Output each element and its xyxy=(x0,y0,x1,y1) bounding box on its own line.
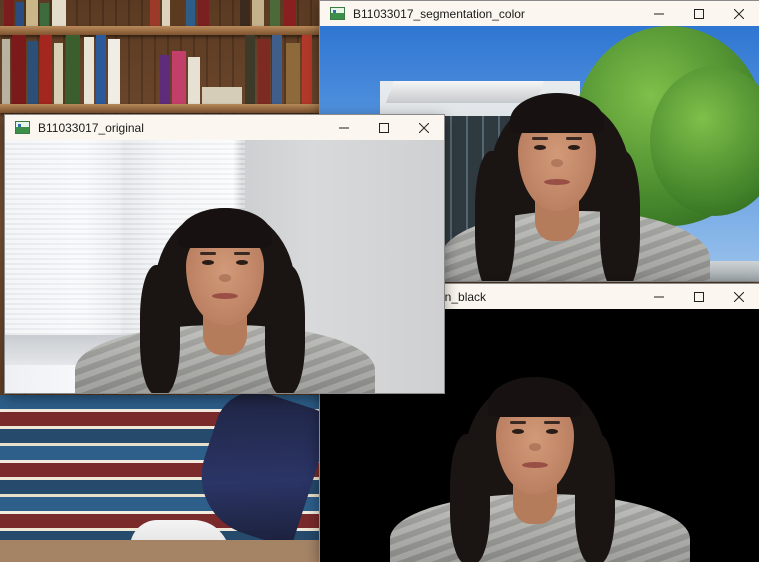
maximize-icon xyxy=(694,8,704,19)
close-button[interactable] xyxy=(719,1,759,26)
minimize-button[interactable] xyxy=(639,1,679,26)
minimize-button[interactable] xyxy=(324,115,364,140)
maximize-button[interactable] xyxy=(679,284,719,309)
window-title: tion_black xyxy=(432,289,487,304)
window-title: B11033017_original xyxy=(38,120,144,135)
close-icon xyxy=(734,8,744,19)
minimize-icon xyxy=(339,127,349,128)
original-image xyxy=(5,140,444,393)
close-button[interactable] xyxy=(404,115,444,140)
maximize-button[interactable] xyxy=(364,115,404,140)
person xyxy=(440,91,720,281)
opencv-window-icon xyxy=(330,7,345,20)
minimize-icon xyxy=(654,13,664,14)
minimize-icon xyxy=(654,296,664,297)
original-window[interactable]: B11033017_original xyxy=(5,115,444,393)
person xyxy=(390,374,690,562)
maximize-button[interactable] xyxy=(679,1,719,26)
minimize-button[interactable] xyxy=(639,284,679,309)
window-title: B11033017_segmentation_color xyxy=(353,6,525,21)
rug xyxy=(0,540,330,562)
close-icon xyxy=(419,122,429,133)
titlebar[interactable]: B11033017_original xyxy=(5,115,444,140)
titlebar[interactable]: B11033017_segmentation_color xyxy=(320,1,759,26)
close-button[interactable] xyxy=(719,284,759,309)
maximize-icon xyxy=(694,291,704,302)
close-icon xyxy=(734,291,744,302)
person xyxy=(75,205,375,393)
maximize-icon xyxy=(379,122,389,133)
opencv-window-icon xyxy=(15,121,30,134)
